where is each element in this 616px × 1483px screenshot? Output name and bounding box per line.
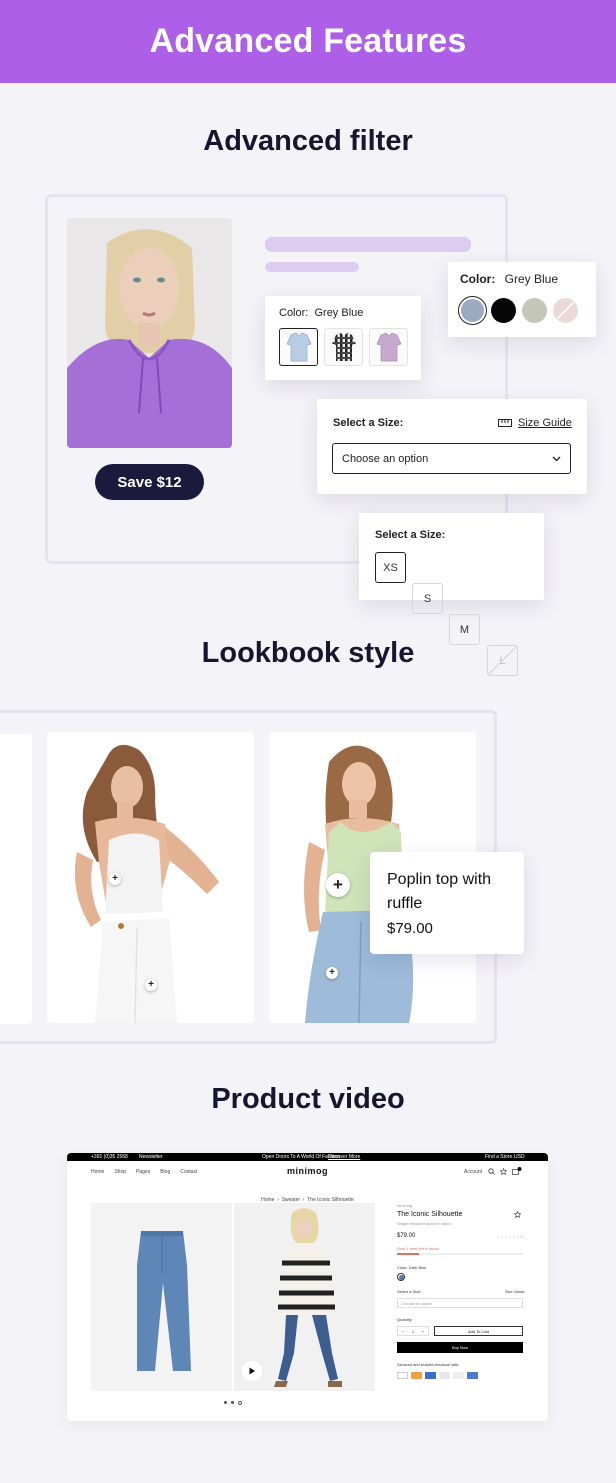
size-dropdown-label: Select a Size: <box>333 417 404 429</box>
size-select[interactable]: Choose an option <box>397 1298 523 1308</box>
minus-icon[interactable]: − <box>402 1329 404 1334</box>
product-price: $79.00 <box>397 1233 416 1239</box>
discover-icon <box>453 1372 464 1379</box>
gallery-video-frame[interactable] <box>234 1203 375 1391</box>
video-play-button[interactable] <box>242 1361 262 1381</box>
discover-link[interactable]: Discover More <box>328 1154 360 1160</box>
plus-icon[interactable]: + <box>422 1329 424 1334</box>
account-link[interactable]: Account <box>464 1169 482 1175</box>
gallery-dot-active[interactable] <box>238 1401 242 1405</box>
rating-stars: ☆☆☆☆☆ (0) <box>496 1234 525 1239</box>
color-thumb-plaid[interactable] <box>324 328 363 366</box>
jeans-image <box>137 1231 191 1371</box>
size-guide-link[interactable]: Size Guide <box>505 1289 525 1294</box>
lookbook-hotspot-top[interactable]: + <box>109 873 121 885</box>
features-banner: Advanced Features <box>0 0 616 83</box>
color-label: Color: Dark Blue <box>397 1265 427 1270</box>
lookbook-product-popup[interactable]: Poplin top with ruffle $79.00 <box>370 852 524 954</box>
swatch-pink-disabled[interactable] <box>553 298 578 323</box>
cart-icon[interactable] <box>512 1167 522 1175</box>
visa-icon <box>397 1372 408 1379</box>
title-skeleton <box>265 237 471 252</box>
lilac-shirt-icon <box>376 332 401 362</box>
lookbook-hotspot-jeans[interactable]: + <box>326 967 338 979</box>
save-badge-button[interactable]: Save $12 <box>95 464 204 500</box>
section-title-filter: Advanced filter <box>203 125 413 157</box>
swatch-sage[interactable] <box>522 298 547 323</box>
lookbook-card-left: + + <box>47 732 254 1023</box>
ruler-icon <box>498 419 512 427</box>
color-thumb-blue[interactable] <box>279 328 318 366</box>
gallery-dots <box>224 1401 242 1405</box>
amex-icon <box>425 1372 436 1379</box>
section-title-video: Product video <box>211 1083 405 1115</box>
stock-note: Only 1 item left in stock! <box>397 1246 440 1251</box>
popup-product-name: Poplin top with ruffle <box>387 871 492 912</box>
product-title: The Iconic Silhouette <box>397 1211 463 1218</box>
payment-icons <box>397 1372 478 1379</box>
gallery-jeans-image[interactable] <box>91 1203 232 1391</box>
size-label: Select a Size: <box>397 1289 422 1294</box>
gallery-dot[interactable] <box>231 1401 234 1404</box>
popup-product-price: $79.00 <box>387 920 433 937</box>
color-swatch-dark-blue[interactable] <box>397 1273 405 1281</box>
size-buttons-label: Select a Size: <box>375 529 446 541</box>
chevron-down-icon <box>552 456 561 461</box>
color-thumb-lilac[interactable] <box>369 328 408 366</box>
size-s-button[interactable]: S <box>412 583 443 614</box>
size-select[interactable]: Choose an option <box>332 443 571 474</box>
color-thumb-card: Color: Grey Blue <box>265 296 421 380</box>
section-title-lookbook: Lookbook style <box>201 637 415 669</box>
size-guide-link[interactable]: Size Guide <box>498 417 572 429</box>
plaid-shirt-icon <box>331 333 356 361</box>
color-swatch-label: Color: Grey Blue <box>460 272 559 286</box>
size-dropdown-card: Select a Size: Size Guide Choose an opti… <box>317 399 587 494</box>
gallery-dot[interactable] <box>224 1401 227 1404</box>
dark-blue-swatch-dot <box>398 1274 404 1280</box>
paypal-icon <box>439 1372 450 1379</box>
quantity-label: Quantity <box>397 1317 412 1322</box>
product-vendor: minimog <box>397 1203 413 1208</box>
color-thumb-label: Color: Grey Blue <box>279 307 364 319</box>
buy-now-button[interactable]: Buy Now <box>397 1342 523 1353</box>
lookbook-hotspot-pants[interactable]: + <box>145 979 157 991</box>
blue-shirt-icon <box>286 332 311 362</box>
secured-checkout-note: Secured and trusted checkout with: <box>397 1362 460 1367</box>
color-swatch-card: Color: Grey Blue <box>448 262 596 337</box>
stock-bar-fill <box>397 1253 419 1255</box>
search-icon[interactable] <box>488 1168 495 1175</box>
diners-icon <box>467 1372 478 1379</box>
quantity-stepper[interactable]: −1 + <box>397 1326 429 1336</box>
lookbook-hotspot-active[interactable]: + <box>326 873 350 897</box>
play-icon <box>249 1367 255 1375</box>
unavailable-slash-icon <box>555 300 576 321</box>
lookbook-card-partial <box>0 734 32 1024</box>
mastercard-icon <box>411 1372 422 1379</box>
subtitle-skeleton <box>265 262 359 272</box>
announcement-bar: +391 (0)35 2568 Newsletter Open Doors To… <box>67 1153 548 1161</box>
stock-bar <box>397 1253 523 1255</box>
wishlist-star-icon[interactable] <box>514 1211 521 1218</box>
product-subtitle: Single breasted jacket in fabric <box>397 1221 452 1226</box>
size-buttons-card: Select a Size: XS S M L <box>359 513 544 676</box>
size-xs-button[interactable]: XS <box>375 552 406 583</box>
wishlist-star-icon[interactable] <box>500 1168 507 1175</box>
swatch-grey-blue[interactable] <box>458 296 487 325</box>
grey-blue-swatch-dot <box>461 299 484 322</box>
swatch-black[interactable] <box>491 298 516 323</box>
banner-title: Advanced Features <box>149 22 467 60</box>
product-page-screenshot: +391 (0)35 2568 Newsletter Open Doors To… <box>67 1153 548 1421</box>
add-to-cart-button[interactable]: Add To Cart <box>434 1326 523 1336</box>
hoodie-model-photo <box>67 218 232 448</box>
